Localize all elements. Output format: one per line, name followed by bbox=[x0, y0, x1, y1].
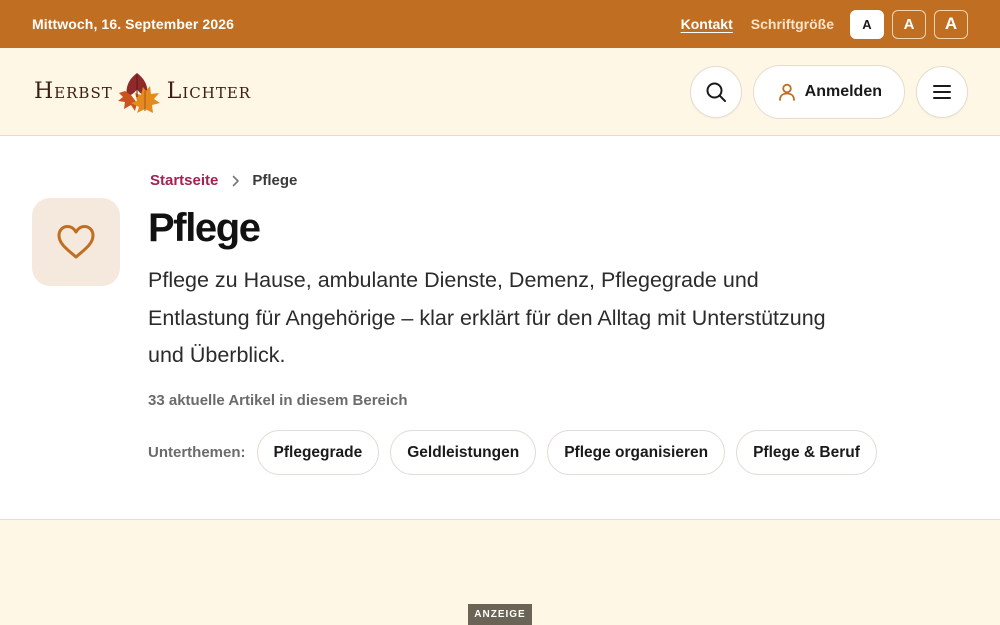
site-logo[interactable]: Herbst Lichter bbox=[34, 69, 251, 115]
article-count: 33 aktuelle Artikel in diesem Bereich bbox=[148, 392, 408, 409]
contact-link[interactable]: Kontakt bbox=[681, 16, 733, 32]
menu-icon bbox=[933, 84, 951, 99]
font-size-small-button[interactable]: A bbox=[850, 9, 884, 39]
chevron-right-icon bbox=[232, 175, 240, 187]
subtopic-chip[interactable]: Pflegegrade bbox=[256, 430, 380, 475]
login-label: Anmelden bbox=[804, 82, 882, 100]
user-icon bbox=[778, 83, 795, 101]
subtopic-chip[interactable]: Geldleistungen bbox=[390, 430, 537, 475]
breadcrumb-home-link[interactable]: Startseite bbox=[150, 172, 218, 189]
site-header: Herbst Lichter Anmelden bbox=[0, 48, 1000, 136]
logo-word-right: Lichter bbox=[166, 79, 252, 104]
login-button[interactable]: Anmelden bbox=[752, 64, 905, 119]
ad-label: ANZEIGE bbox=[468, 604, 532, 625]
menu-button[interactable] bbox=[916, 65, 968, 118]
search-button[interactable] bbox=[689, 65, 742, 118]
category-description: Pflege zu Hause, ambulante Dienste, Deme… bbox=[148, 268, 826, 367]
logo-word-left: Herbst bbox=[34, 79, 113, 104]
subtopics: Unterthemen: Pflegegrade Geldleistungen … bbox=[148, 430, 888, 475]
font-size-label: Schriftgröße bbox=[750, 16, 834, 32]
font-size-large-button[interactable]: A bbox=[934, 9, 968, 39]
subtopic-chip[interactable]: Pflege & Beruf bbox=[736, 430, 877, 475]
category-icon-tile bbox=[32, 198, 120, 286]
heart-icon bbox=[57, 225, 95, 259]
breadcrumb: Startseite Pflege bbox=[150, 172, 297, 189]
header-actions: Anmelden bbox=[689, 64, 968, 119]
subtopics-label: Unterthemen: bbox=[148, 444, 246, 461]
page-title: Pflege bbox=[148, 206, 261, 250]
top-bar: Mittwoch, 16. September 2026 Kontakt Sch… bbox=[0, 0, 1000, 48]
autumn-leaves-icon bbox=[117, 72, 160, 113]
top-bar-tools: Kontakt Schriftgröße A A A bbox=[681, 9, 968, 39]
search-icon bbox=[706, 82, 726, 102]
breadcrumb-current: Pflege bbox=[252, 172, 298, 189]
subtopic-chip[interactable]: Pflege organisieren bbox=[547, 430, 726, 475]
current-date: Mittwoch, 16. September 2026 bbox=[32, 16, 234, 32]
font-size-medium-button[interactable]: A bbox=[892, 9, 926, 39]
